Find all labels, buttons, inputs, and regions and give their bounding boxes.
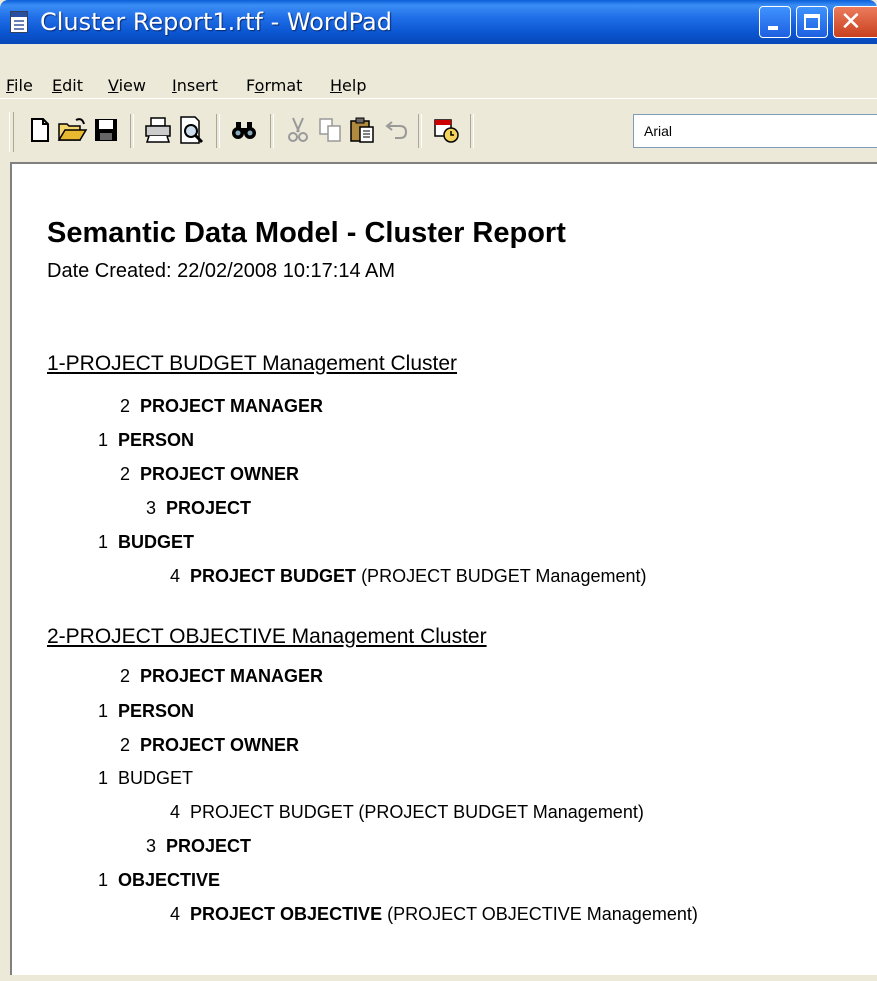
list-item: 4 PROJECT BUDGET (PROJECT BUDGET Managem… bbox=[170, 802, 644, 822]
list-item: 1 PERSON bbox=[98, 701, 195, 721]
list-item: 2 PROJECT MANAGER bbox=[120, 666, 324, 686]
close-icon: ✕ bbox=[840, 7, 862, 37]
copy-button[interactable] bbox=[314, 114, 346, 146]
close-button[interactable]: ✕ bbox=[833, 6, 877, 38]
font-name-combobox[interactable]: Arial bbox=[633, 114, 877, 148]
menu-view[interactable]: View bbox=[108, 76, 146, 95]
insert-datetime-icon bbox=[434, 119, 459, 143]
list-item: 1 BUDGET bbox=[98, 768, 194, 788]
undo-icon bbox=[385, 121, 408, 139]
window-title: Cluster Report1.rtf - WordPad bbox=[40, 8, 392, 36]
menu-insert[interactable]: Insert bbox=[172, 76, 218, 95]
menu-format[interactable]: Format bbox=[246, 76, 302, 95]
menu-file[interactable]: File bbox=[6, 76, 33, 95]
cluster-title-1: 1-PROJECT BUDGET Management Cluster bbox=[47, 352, 458, 375]
list-item: 4 PROJECT OBJECTIVE (PROJECT OBJECTIVE M… bbox=[170, 904, 698, 924]
paste-icon bbox=[350, 117, 374, 143]
insert-datetime-button[interactable] bbox=[430, 114, 462, 146]
list-item: 2 PROJECT MANAGER bbox=[120, 396, 324, 416]
font-name-value: Arial bbox=[644, 123, 673, 139]
list-item: 1 BUDGET bbox=[98, 532, 195, 552]
report-heading: Semantic Data Model - Cluster Report bbox=[47, 217, 566, 249]
toolbar-grip[interactable] bbox=[9, 112, 14, 152]
open-button[interactable] bbox=[56, 114, 88, 146]
print-preview-icon bbox=[180, 116, 204, 144]
minimize-button[interactable] bbox=[759, 6, 791, 38]
cut-button[interactable] bbox=[282, 114, 314, 146]
print-button[interactable] bbox=[142, 114, 174, 146]
paste-button[interactable] bbox=[346, 114, 378, 146]
list-item: 3 PROJECT bbox=[146, 498, 252, 518]
menu-help[interactable]: Help bbox=[330, 76, 366, 95]
list-item: 2 PROJECT OWNER bbox=[120, 464, 300, 484]
list-item: 3 PROJECT bbox=[146, 836, 252, 856]
title-bar[interactable]: Cluster Report1.rtf - WordPad ✕ bbox=[0, 0, 877, 44]
new-icon bbox=[31, 118, 49, 142]
maximize-button[interactable] bbox=[796, 6, 828, 38]
cluster-title-2: 2-PROJECT OBJECTIVE Management Cluster bbox=[47, 625, 487, 648]
print-icon bbox=[145, 117, 171, 143]
find-button[interactable] bbox=[228, 114, 260, 146]
undo-button[interactable] bbox=[380, 114, 412, 146]
save-icon bbox=[95, 119, 117, 141]
new-button[interactable] bbox=[24, 114, 56, 146]
list-item: 1 OBJECTIVE bbox=[98, 870, 221, 890]
list-item: 2 PROJECT OWNER bbox=[120, 735, 300, 755]
print-preview-button[interactable] bbox=[176, 114, 208, 146]
wordpad-app-icon[interactable] bbox=[10, 11, 28, 33]
list-item: 4 PROJECT BUDGET (PROJECT BUDGET Managem… bbox=[170, 566, 647, 586]
open-icon bbox=[57, 118, 88, 141]
find-icon bbox=[232, 122, 256, 139]
cut-icon bbox=[288, 117, 308, 142]
copy-icon bbox=[319, 118, 341, 142]
save-button[interactable] bbox=[90, 114, 122, 146]
list-item: 1 PERSON bbox=[98, 430, 195, 450]
menu-edit[interactable]: Edit bbox=[52, 76, 83, 95]
date-created: Date Created: 22/02/2008 10:17:14 AM bbox=[47, 260, 396, 282]
